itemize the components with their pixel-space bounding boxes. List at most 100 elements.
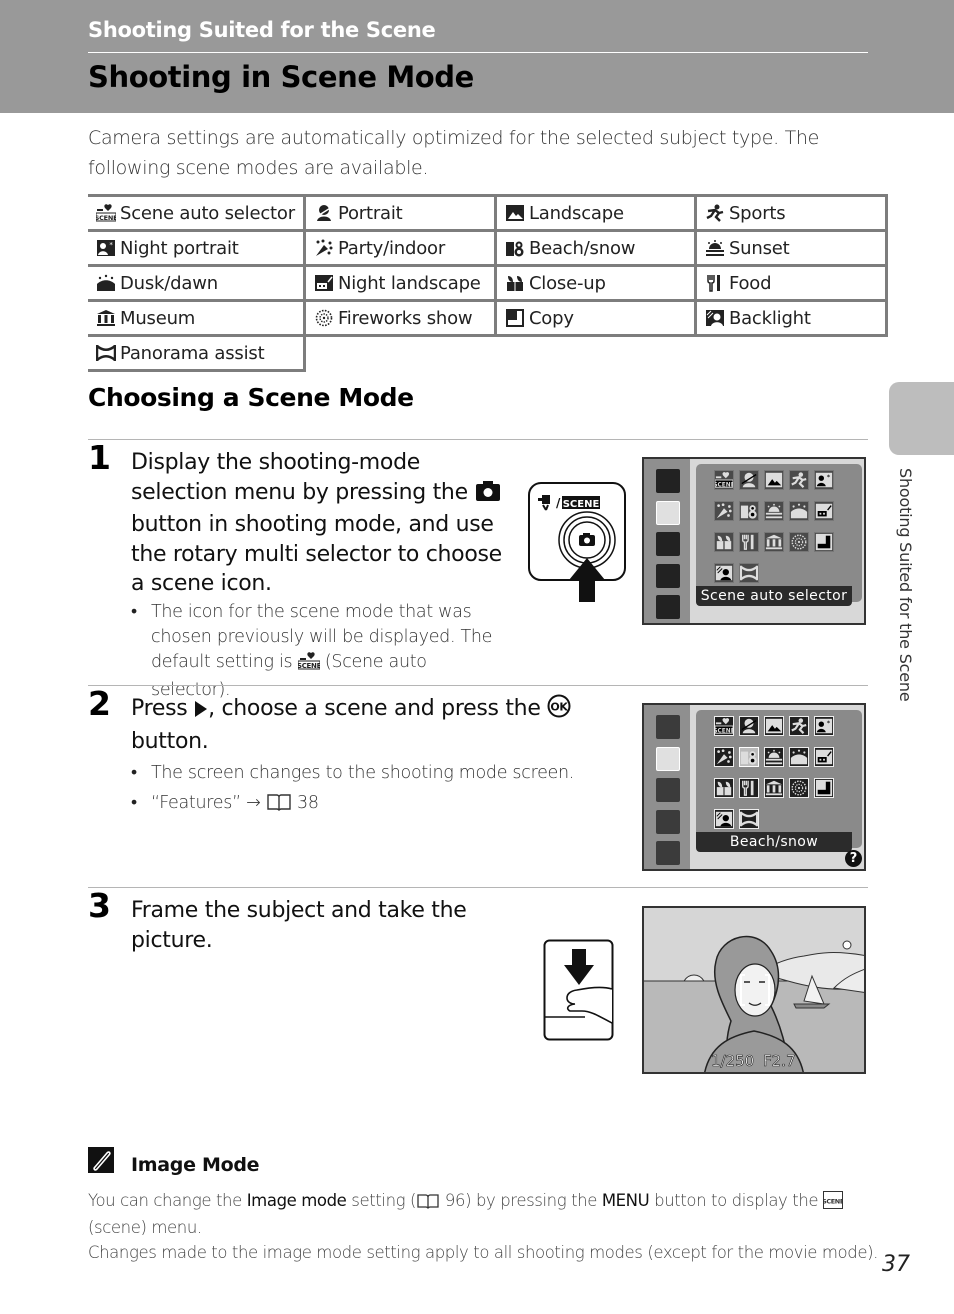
svg-text:*: * xyxy=(827,474,830,481)
scene-mode-label: Party/indoor xyxy=(337,237,446,259)
lcd-dusk-dawn-icon xyxy=(789,501,809,521)
scene-mode-label: Museum xyxy=(120,307,196,329)
lcd-party-indoor-icon xyxy=(714,501,734,521)
step-1-bullets: The icon for the scene mode that was cho… xyxy=(131,600,511,703)
step-number: 1 xyxy=(88,438,111,477)
lcd-portrait-icon xyxy=(739,716,759,736)
scene-mode-cell: SCENE Scene auto selector xyxy=(88,194,306,232)
lcd-sports-icon xyxy=(789,716,809,736)
book-reference-icon xyxy=(266,791,292,821)
lcd-beach-snow-icon xyxy=(739,747,759,767)
lcd-copy-icon xyxy=(814,778,834,798)
empty-cell xyxy=(495,334,696,371)
scene-mode-cell: Sunset xyxy=(695,229,888,267)
note-paragraph-2: Changes made to the image mode setting a… xyxy=(88,1243,878,1262)
night-portrait-icon: * xyxy=(96,239,116,257)
scene-mode-label: Close-up xyxy=(528,272,606,294)
scene-table-row: Dusk/dawn Night landscape Close-up Food xyxy=(88,264,888,302)
bullet-item: The icon for the scene mode that was cho… xyxy=(131,600,511,703)
step-3-text: Frame the subject and take the picture. xyxy=(131,898,467,953)
scene-icon-grid: SCENE * xyxy=(696,464,862,602)
lcd-food-icon xyxy=(739,778,759,798)
note-text: 96) by pressing the xyxy=(444,1191,597,1210)
camera-mode-icon xyxy=(656,469,680,493)
ok-button-icon: OK xyxy=(547,694,571,727)
empty-cell xyxy=(304,334,496,371)
night-landscape-icon xyxy=(314,274,334,292)
scene-mode-table: SCENE Scene auto selector Portrait Landscap… xyxy=(88,194,888,372)
svg-text:SCENE: SCENE xyxy=(823,1198,843,1206)
lcd-sunset-icon xyxy=(764,747,784,767)
scene-mode-cell: Sports xyxy=(695,194,888,232)
lcd-landscape-icon xyxy=(764,470,784,490)
scene-mode-cell: Party/indoor xyxy=(304,229,497,267)
lcd-night-landscape-icon xyxy=(814,747,834,767)
movie-mode-icon xyxy=(656,595,680,619)
scene-mode-label: Scene auto selector xyxy=(120,202,295,224)
scene-mode-label: Dusk/dawn xyxy=(120,272,218,294)
scene-mode-cell: Food xyxy=(695,264,888,302)
intro-paragraph: Camera settings are automatically optimi… xyxy=(88,127,820,179)
lcd-close-up-icon xyxy=(714,532,734,552)
step-2-text: Press , choose a scene and press the OK … xyxy=(131,694,601,756)
scene-mode-label: Night portrait xyxy=(120,237,239,259)
scene-mode-cell: Backlight xyxy=(695,299,888,337)
shutter-speed-readout: 1/250 xyxy=(711,1052,754,1070)
lcd-landscape-icon xyxy=(764,716,784,736)
scene-auto-selector-icon: SCENE xyxy=(95,203,118,222)
subject-tracking-icon xyxy=(656,809,680,834)
lcd-panorama-assist-icon xyxy=(739,563,759,583)
scene-mode-cell: Night landscape xyxy=(304,264,497,302)
scene-mode-label: Backlight xyxy=(728,307,811,329)
lcd-backlight-icon xyxy=(714,563,734,583)
step-divider xyxy=(88,887,868,888)
scene-mode-cell: Portrait xyxy=(304,194,497,232)
dusk-dawn-icon xyxy=(96,274,116,292)
subject-tracking-icon xyxy=(656,563,680,588)
scene-mode-icon xyxy=(656,746,680,771)
museum-icon xyxy=(96,309,116,327)
svg-text:OK: OK xyxy=(551,701,569,714)
svg-text:SCENE: SCENE xyxy=(96,214,116,222)
chapter-side-tab[interactable] xyxy=(889,382,954,455)
scene-mode-label: Sports xyxy=(728,202,786,224)
book-reference-icon xyxy=(416,1192,440,1216)
shutter-press-illustration xyxy=(543,939,615,1042)
lcd-scene-label: Beach/snow xyxy=(696,832,852,852)
lcd-sports-icon xyxy=(789,470,809,490)
lcd-backlight-icon xyxy=(714,809,734,829)
header-divider xyxy=(88,52,868,53)
page-reference-link[interactable]: 38 xyxy=(297,793,319,813)
step-1-text-a: Display the shooting-mode selection menu… xyxy=(131,450,468,505)
lcd-fireworks-show-icon xyxy=(789,778,809,798)
bullet-text: The icon for the scene mode that was cho… xyxy=(151,602,493,672)
scene-icon-grid: SCENE * xyxy=(696,710,862,848)
beach-snow-icon xyxy=(505,239,525,257)
bullet-item: “Features” → 38 xyxy=(131,788,601,821)
step-2-text-c: button. xyxy=(131,728,209,754)
party-indoor-icon xyxy=(314,239,334,257)
scene-mode-icon xyxy=(656,500,680,525)
scene-mode-cell: * Night portrait xyxy=(88,229,306,267)
scene-auto-selector-icon: SCENE xyxy=(297,652,321,678)
sunset-icon xyxy=(705,239,725,257)
scene-mode-label: Fireworks show xyxy=(337,307,473,329)
scene-mode-cell: Panorama assist xyxy=(88,334,306,372)
lcd-copy-icon xyxy=(814,532,834,552)
smart-portrait-icon xyxy=(656,778,680,802)
step-2-text-a: Press xyxy=(131,696,188,721)
lcd-fireworks-show-icon xyxy=(789,532,809,552)
note-title: Image Mode xyxy=(131,1154,260,1176)
bullet-text: The screen changes to the shooting mode … xyxy=(151,763,575,783)
scene-mode-cell: Landscape xyxy=(495,194,697,232)
smart-portrait-icon xyxy=(656,532,680,556)
fireworks-show-icon xyxy=(314,309,334,327)
step-number: 2 xyxy=(88,684,111,723)
mode-button-illustration: / SCENE xyxy=(528,482,626,602)
svg-text:/: / xyxy=(556,496,561,510)
help-icon: ? xyxy=(845,850,862,867)
image-mode-term: Image mode xyxy=(246,1191,347,1210)
panorama-assist-icon xyxy=(95,344,117,362)
lcd-museum-icon xyxy=(764,778,784,798)
scene-mode-cell: Copy xyxy=(495,299,697,337)
